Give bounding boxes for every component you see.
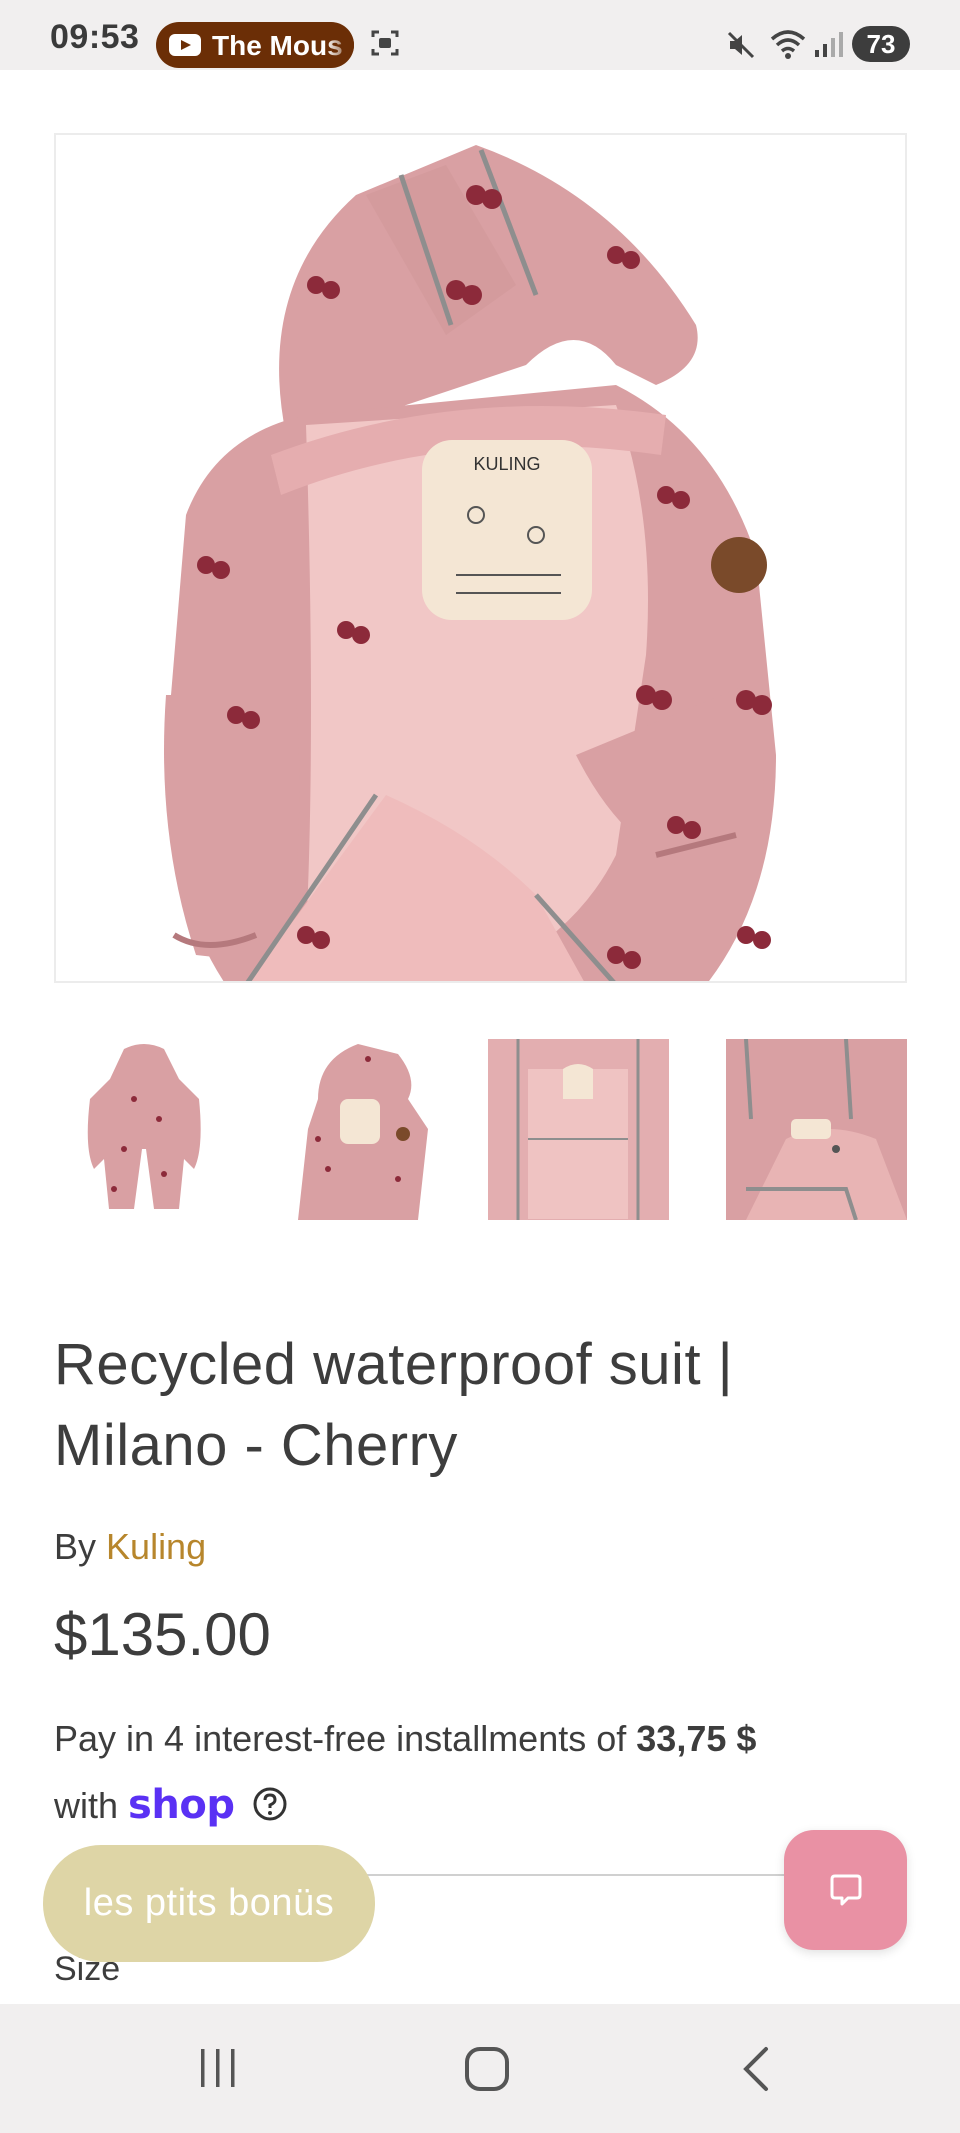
- battery-indicator: 73: [852, 26, 910, 62]
- installments-text: Pay in 4 interest-free installments of 3…: [54, 1706, 914, 1839]
- status-time: 09:53: [50, 18, 140, 56]
- back-icon[interactable]: [738, 2046, 774, 2092]
- thumbnail-1[interactable]: [54, 1039, 235, 1220]
- product-photo: KULING: [56, 135, 905, 981]
- vendor-line: By Kuling: [54, 1526, 206, 1568]
- screenshot-icon: [371, 30, 399, 56]
- recent-apps-icon[interactable]: [196, 2046, 240, 2090]
- wifi-icon: [770, 30, 806, 59]
- signal-icon: [815, 32, 843, 57]
- media-title: The Mous: [212, 30, 343, 61]
- product-thumbnails: [54, 1039, 907, 1220]
- system-nav-bar: [0, 2004, 960, 2133]
- mute-icon: [727, 31, 755, 59]
- thumbnail-4[interactable]: [726, 1039, 907, 1220]
- installments-amount: 33,75 $: [636, 1718, 757, 1759]
- product-title: Recycled waterproof suit | Milano - Cher…: [54, 1332, 734, 1478]
- help-circle-icon[interactable]: [252, 1786, 288, 1822]
- brand-label-text: KULING: [473, 454, 540, 474]
- installments-with: with: [54, 1785, 119, 1826]
- thumbnail-2[interactable]: [278, 1039, 459, 1220]
- product-main-image[interactable]: KULING: [54, 133, 907, 983]
- shop-pay-logo: shop: [128, 1782, 235, 1828]
- youtube-icon: [169, 34, 201, 56]
- product-price: $135.00: [54, 1601, 271, 1668]
- status-bar: 09:53 The Mous 73: [0, 0, 960, 70]
- chat-button[interactable]: [784, 1830, 907, 1950]
- vendor-prefix: By: [54, 1526, 97, 1567]
- installments-prefix: Pay in 4 interest-free installments of: [54, 1718, 627, 1759]
- rewards-button[interactable]: les ptits bonüs: [43, 1845, 375, 1962]
- chat-bubble-icon: [830, 1874, 862, 1906]
- vendor-link[interactable]: Kuling: [106, 1526, 206, 1567]
- media-playing-pill[interactable]: The Mous: [156, 22, 354, 68]
- home-icon[interactable]: [464, 2046, 510, 2092]
- thumbnail-3[interactable]: [488, 1039, 669, 1220]
